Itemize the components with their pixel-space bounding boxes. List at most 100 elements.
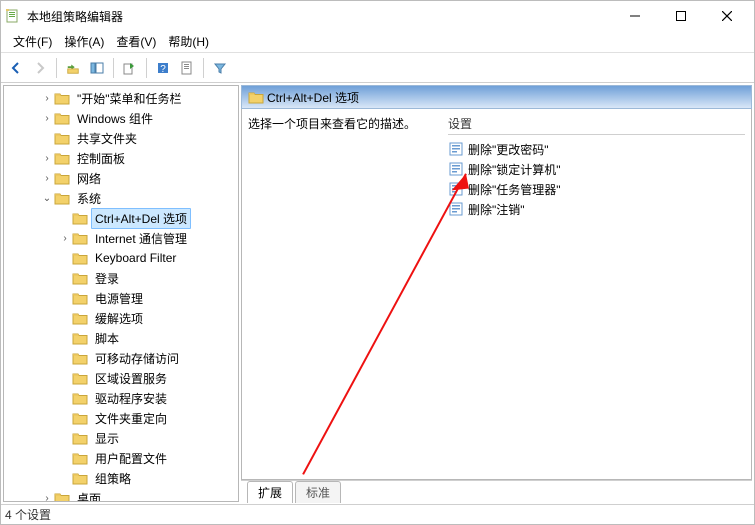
tree-item-label: 电源管理	[91, 288, 147, 309]
tree-item-label: 桌面	[73, 488, 105, 503]
app-icon	[5, 8, 21, 24]
menubar: 文件(F) 操作(A) 查看(V) 帮助(H)	[1, 31, 754, 53]
tree-item[interactable]: · Keyboard Filter	[4, 248, 238, 268]
tree-item-label: Keyboard Filter	[91, 249, 180, 267]
setting-label: 删除"更改密码"	[468, 141, 549, 158]
tree-item[interactable]: › Windows 组件	[4, 108, 238, 128]
tree-item[interactable]: › Internet 通信管理	[4, 228, 238, 248]
setting-label: 删除"任务管理器"	[468, 181, 561, 198]
app-window: 本地组策略编辑器 文件(F) 操作(A) 查看(V) 帮助(H) ? › "开始"…	[0, 0, 755, 525]
chevron-right-icon: ·	[58, 253, 72, 264]
export-button[interactable]	[119, 57, 141, 79]
status-text: 4 个设置	[5, 506, 51, 523]
tree-item[interactable]: · 组策略	[4, 468, 238, 488]
details-pane: Ctrl+Alt+Del 选项 选择一个项目来查看它的描述。 设置 删除"更改密…	[241, 85, 752, 502]
chevron-right-icon: ·	[58, 273, 72, 284]
tree-item-label: Windows 组件	[73, 108, 157, 129]
setting-item[interactable]: 删除"任务管理器"	[448, 179, 745, 199]
tree-item-label: 系统	[73, 188, 105, 209]
toolbar-separator	[146, 58, 147, 78]
tree-item[interactable]: ·可移动存储访问	[4, 348, 238, 368]
settings-header: 设置	[448, 115, 745, 135]
tree-item[interactable]: · 用户配置文件	[4, 448, 238, 468]
help-button[interactable]	[176, 57, 198, 79]
chevron-right-icon: ·	[58, 473, 72, 484]
chevron-right-icon: ·	[58, 293, 72, 304]
tree-item[interactable]: ⌄ 系统	[4, 188, 238, 208]
chevron-right-icon[interactable]: ›	[40, 113, 54, 124]
tree-pane[interactable]: ›"开始"菜单和任务栏›Windows 组件·共享文件夹›控制面板›网络⌄系统·…	[3, 85, 239, 502]
tree-item[interactable]: ·缓解选项	[4, 308, 238, 328]
tree-item-label: 文件夹重定向	[91, 408, 171, 429]
chevron-right-icon[interactable]: ›	[40, 493, 54, 503]
menu-view[interactable]: 查看(V)	[110, 31, 162, 52]
chevron-right-icon[interactable]: ›	[40, 173, 54, 184]
chevron-right-icon: ·	[58, 333, 72, 344]
chevron-right-icon: ·	[58, 393, 72, 404]
tree-item-label: Internet 通信管理	[91, 228, 191, 249]
toolbar-separator	[113, 58, 114, 78]
tree-item-label: 用户配置文件	[91, 448, 171, 469]
window-title: 本地组策略编辑器	[27, 8, 123, 25]
refresh-button[interactable]: ?	[152, 57, 174, 79]
minimize-button[interactable]	[612, 1, 658, 31]
filter-button[interactable]	[209, 57, 231, 79]
settings-list: 删除"更改密码"删除"锁定计算机" 删除"任务管理器" 删除"注销"	[448, 139, 745, 219]
menu-action[interactable]: 操作(A)	[58, 31, 110, 52]
toolbar-separator	[203, 58, 204, 78]
setting-item[interactable]: 删除"锁定计算机"	[448, 159, 745, 179]
tree-item-label: 脚本	[91, 328, 123, 349]
close-button[interactable]	[704, 1, 750, 31]
tree-item[interactable]: · Ctrl+Alt+Del 选项	[4, 208, 238, 228]
tree-item[interactable]: · 脚本	[4, 328, 238, 348]
tree-item-label: "开始"菜单和任务栏	[73, 88, 186, 109]
details-header: Ctrl+Alt+Del 选项	[241, 85, 752, 109]
tree-item[interactable]: ·共享文件夹	[4, 128, 238, 148]
setting-label: 删除"注销"	[468, 201, 525, 218]
forward-button	[29, 57, 51, 79]
statusbar: 4 个设置	[1, 504, 754, 524]
setting-item[interactable]: 删除"更改密码"	[448, 139, 745, 159]
toolbar-separator	[56, 58, 57, 78]
tree-item-label: 登录	[91, 268, 123, 289]
chevron-right-icon[interactable]: ›	[58, 233, 72, 244]
tree-item-label: 驱动程序安装	[91, 388, 171, 409]
maximize-button[interactable]	[658, 1, 704, 31]
tab-extended[interactable]: 扩展	[247, 481, 293, 503]
svg-text:?: ?	[160, 64, 166, 75]
menu-file[interactable]: 文件(F)	[7, 31, 58, 52]
tree-item-label: 组策略	[91, 468, 135, 489]
tree-item[interactable]: · 电源管理	[4, 288, 238, 308]
details-tabs: 扩展 标准	[241, 480, 752, 502]
menu-help[interactable]: 帮助(H)	[162, 31, 215, 52]
chevron-right-icon: ·	[58, 453, 72, 464]
chevron-right-icon[interactable]: ›	[40, 93, 54, 104]
tree-item-label: 区域设置服务	[91, 368, 171, 389]
tree-item-label: Ctrl+Alt+Del 选项	[91, 208, 191, 229]
chevron-right-icon[interactable]: ›	[40, 153, 54, 164]
titlebar: 本地组策略编辑器	[1, 1, 754, 31]
show-hide-tree-button[interactable]	[86, 57, 108, 79]
tree-item[interactable]: › 桌面	[4, 488, 238, 502]
chevron-down-icon[interactable]: ⌄	[40, 193, 54, 204]
tree-item[interactable]: ›网络	[4, 168, 238, 188]
tree-item[interactable]: ·显示	[4, 428, 238, 448]
back-button[interactable]	[5, 57, 27, 79]
chevron-right-icon: ·	[40, 133, 54, 144]
tree-item[interactable]: ·文件夹重定向	[4, 408, 238, 428]
tree-item[interactable]: › "开始"菜单和任务栏	[4, 88, 238, 108]
description-hint: 选择一个项目来查看它的描述。	[248, 117, 416, 131]
settings-column: 设置 删除"更改密码"删除"锁定计算机" 删除"任务管理器" 删除"注销"	[448, 115, 745, 473]
tree-item[interactable]: · 登录	[4, 268, 238, 288]
details-header-label: Ctrl+Alt+Del 选项	[267, 89, 359, 106]
description-column: 选择一个项目来查看它的描述。	[248, 115, 438, 473]
tree-item[interactable]: ·区域设置服务	[4, 368, 238, 388]
chevron-right-icon: ·	[58, 433, 72, 444]
tab-standard[interactable]: 标准	[295, 481, 341, 503]
up-button[interactable]	[62, 57, 84, 79]
tree-item[interactable]: · 驱动程序安装	[4, 388, 238, 408]
tree-item-label: 可移动存储访问	[91, 348, 183, 369]
chevron-right-icon: ·	[58, 213, 72, 224]
tree-item[interactable]: ›控制面板	[4, 148, 238, 168]
setting-item[interactable]: 删除"注销"	[448, 199, 745, 219]
